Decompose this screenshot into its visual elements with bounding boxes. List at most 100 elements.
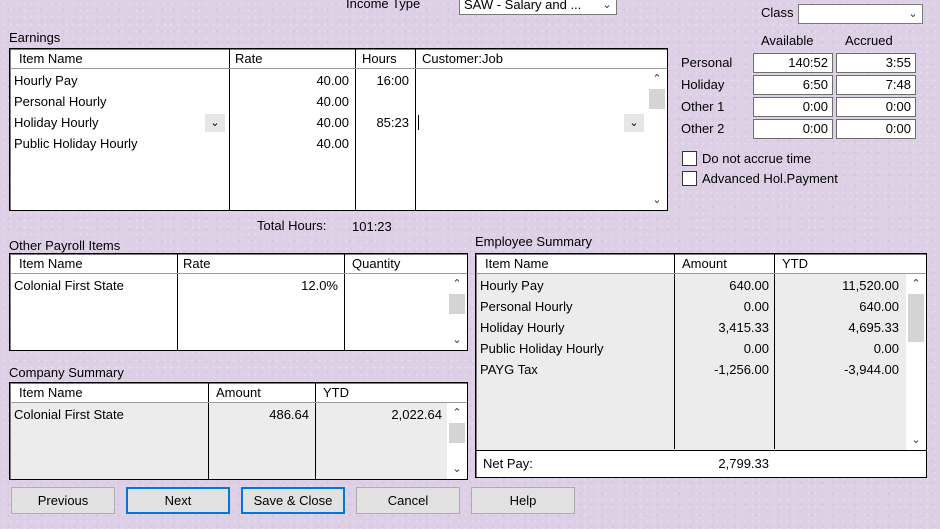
employee-summary-amount: 0.00 <box>743 341 769 356</box>
employee-summary-scrollbar[interactable]: ⌃ ⌄ <box>907 274 925 450</box>
advanced-hol-checkbox[interactable] <box>682 171 697 186</box>
other2-available-field[interactable]: 0:00 <box>753 119 833 139</box>
income-type-dropdown[interactable]: SAW - Salary and ... ⌄ <box>459 0 617 15</box>
text-cursor <box>418 115 419 130</box>
other-payroll-grid[interactable]: Item Name Rate Quantity Colonial First S… <box>9 253 468 351</box>
accrued-header: Accrued <box>845 33 893 48</box>
earnings-rate[interactable]: 40.00 <box>232 115 349 130</box>
employee-summary-grid: Item Name Amount YTD Hourly Pay 640.00 1… <box>475 253 927 478</box>
col-item-name[interactable]: Item Name <box>19 256 83 271</box>
col-rate[interactable]: Rate <box>183 256 210 271</box>
net-pay-label: Net Pay: <box>483 456 533 471</box>
other1-accrued-field[interactable]: 0:00 <box>836 97 916 117</box>
class-label: Class <box>761 5 794 20</box>
help-button[interactable]: Help <box>471 487 575 514</box>
employee-summary-ytd: 640.00 <box>859 299 899 314</box>
do-not-accrue-label: Do not accrue time <box>702 151 812 166</box>
col-amount: Amount <box>216 385 261 400</box>
advanced-hol-label: Advanced Hol.Payment <box>702 171 838 186</box>
chevron-down-icon[interactable]: ⌄ <box>598 0 616 14</box>
company-summary-title: Company Summary <box>9 365 124 380</box>
class-dropdown[interactable]: ⌄ <box>798 4 923 24</box>
col-item-name[interactable]: Item Name <box>19 51 83 66</box>
chevron-down-icon[interactable]: ⌄ <box>448 332 466 348</box>
col-ytd: YTD <box>782 256 808 271</box>
total-hours-value: 101:23 <box>352 219 392 234</box>
chevron-down-icon[interactable]: ⌄ <box>648 192 666 208</box>
leave-label-other2: Other 2 <box>681 121 725 136</box>
personal-available-field[interactable]: 140:52 <box>753 53 833 73</box>
leave-label-other1: Other 1 <box>681 99 725 114</box>
earnings-item[interactable]: Public Holiday Hourly <box>14 136 138 151</box>
holiday-available-field[interactable]: 6:50 <box>753 75 833 95</box>
col-customer-job[interactable]: Customer:Job <box>422 51 503 66</box>
employee-summary-amount: 0.00 <box>743 299 769 314</box>
employee-summary-amount: -1,256.00 <box>714 362 769 377</box>
scroll-thumb[interactable] <box>649 89 665 109</box>
chevron-up-icon[interactable]: ⌃ <box>448 405 466 421</box>
other1-available-field[interactable]: 0:00 <box>753 97 833 117</box>
other-payroll-rate[interactable]: 12.0% <box>180 278 338 293</box>
chevron-down-icon[interactable]: ⌄ <box>205 114 225 132</box>
available-header: Available <box>761 33 814 48</box>
earnings-scrollbar[interactable]: ⌃ ⌄ <box>648 69 666 210</box>
other-payroll-item[interactable]: Colonial First State <box>14 278 124 293</box>
company-summary-scrollbar[interactable]: ⌃ ⌄ <box>448 403 466 479</box>
employee-summary-title: Employee Summary <box>475 234 593 249</box>
chevron-down-icon[interactable]: ⌄ <box>448 461 466 477</box>
col-item-name: Item Name <box>19 385 83 400</box>
earnings-rate[interactable]: 40.00 <box>232 73 349 88</box>
do-not-accrue-checkbox[interactable] <box>682 151 697 166</box>
col-rate[interactable]: Rate <box>235 51 262 66</box>
company-summary-amount: 486.64 <box>269 407 309 422</box>
employee-summary-ytd: 0.00 <box>873 341 899 356</box>
earnings-item[interactable]: Personal Hourly <box>14 94 107 109</box>
col-item-name: Item Name <box>485 256 549 271</box>
income-type-value: SAW - Salary and ... <box>464 0 582 12</box>
holiday-accrued-field[interactable]: 7:48 <box>836 75 916 95</box>
chevron-down-icon[interactable]: ⌄ <box>907 432 925 448</box>
earnings-rate[interactable]: 40.00 <box>232 94 349 109</box>
next-button[interactable]: Next <box>126 487 230 514</box>
earnings-item[interactable]: Hourly Pay <box>14 73 78 88</box>
scroll-thumb[interactable] <box>908 294 924 342</box>
employee-summary-item: Hourly Pay <box>480 278 544 293</box>
other2-accrued-field[interactable]: 0:00 <box>836 119 916 139</box>
employee-summary-item: Holiday Hourly <box>480 320 565 335</box>
earnings-hours[interactable]: 16:00 <box>358 73 409 88</box>
earnings-rate[interactable]: 40.00 <box>232 136 349 151</box>
col-quantity[interactable]: Quantity <box>352 256 400 271</box>
chevron-down-icon[interactable]: ⌄ <box>904 5 922 23</box>
leave-label-holiday: Holiday <box>681 77 725 92</box>
other-payroll-title: Other Payroll Items <box>9 238 121 253</box>
save-close-button[interactable]: Save & Close <box>241 487 345 514</box>
scroll-thumb[interactable] <box>449 423 465 443</box>
col-ytd: YTD <box>323 385 349 400</box>
net-pay-value: 2,799.33 <box>718 456 769 471</box>
earnings-title: Earnings <box>9 30 61 45</box>
company-summary-ytd: 2,022.64 <box>391 407 442 422</box>
previous-button[interactable]: Previous <box>11 487 115 514</box>
income-type-label: Income Type <box>346 0 421 11</box>
earnings-item[interactable]: Holiday Hourly <box>14 115 99 130</box>
employee-summary-item: Public Holiday Hourly <box>480 341 604 356</box>
company-summary-grid: Item Name Amount YTD Colonial First Stat… <box>9 382 468 480</box>
earnings-hours[interactable]: 85:23 <box>358 115 409 130</box>
company-summary-item: Colonial First State <box>14 407 124 422</box>
employee-summary-item: Personal Hourly <box>480 299 573 314</box>
chevron-down-icon[interactable]: ⌄ <box>624 114 644 132</box>
employee-summary-item: PAYG Tax <box>480 362 538 377</box>
employee-summary-ytd: -3,944.00 <box>844 362 899 377</box>
employee-summary-ytd: 11,520.00 <box>842 278 899 293</box>
earnings-grid[interactable]: Item Name Rate Hours Customer:Job Hourly… <box>9 48 668 211</box>
col-hours[interactable]: Hours <box>362 51 397 66</box>
leave-label-personal: Personal <box>681 55 733 70</box>
cancel-button[interactable]: Cancel <box>356 487 460 514</box>
other-payroll-scrollbar[interactable]: ⌃ ⌄ <box>448 274 466 350</box>
personal-accrued-field[interactable]: 3:55 <box>836 53 916 73</box>
chevron-up-icon[interactable]: ⌃ <box>907 276 925 292</box>
employee-summary-ytd: 4,695.33 <box>848 320 899 335</box>
scroll-thumb[interactable] <box>449 294 465 314</box>
chevron-up-icon[interactable]: ⌃ <box>448 276 466 292</box>
chevron-up-icon[interactable]: ⌃ <box>648 71 666 87</box>
